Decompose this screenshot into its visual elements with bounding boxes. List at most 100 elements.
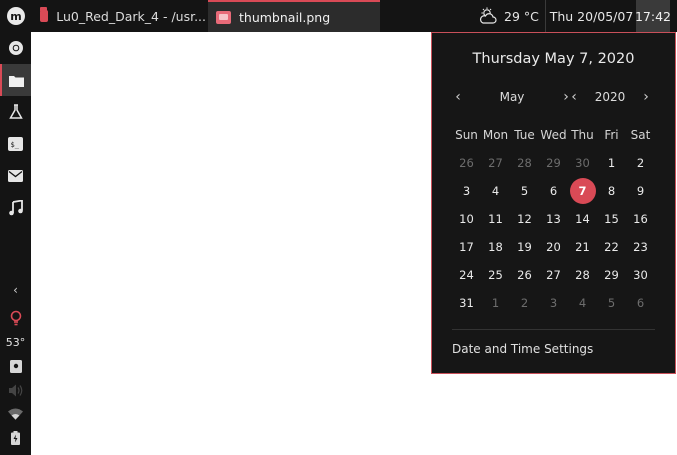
calendar-day[interactable]: 5 — [597, 289, 626, 317]
calendar-day-number: 31 — [459, 296, 474, 310]
cpu-temperature[interactable]: 53° — [0, 330, 31, 354]
task-image-viewer[interactable]: thumbnail.png — [208, 0, 380, 32]
weather-temperature: 29 °C — [504, 8, 539, 24]
calendar-day-number: 23 — [633, 240, 648, 254]
date-time-settings-link[interactable]: Date and Time Settings — [452, 342, 593, 356]
music-icon[interactable] — [0, 192, 31, 224]
calendar-day[interactable]: 26 — [452, 149, 481, 177]
calendar-day[interactable]: 27 — [539, 261, 568, 289]
calendar-day[interactable]: 19 — [510, 233, 539, 261]
terminal-icon[interactable]: $_ — [0, 128, 31, 160]
calendar-day[interactable]: 31 — [452, 289, 481, 317]
calendar-day-number: 5 — [607, 296, 616, 310]
calendar-day[interactable]: 2 — [510, 289, 539, 317]
battery-icon[interactable] — [0, 426, 31, 450]
month-navigator: ‹ May › — [450, 87, 574, 107]
drive-glyph — [9, 359, 22, 373]
calendar-day[interactable]: 21 — [568, 233, 597, 261]
calendar-day[interactable]: 27 — [481, 149, 510, 177]
time-display[interactable]: 17:42 — [635, 0, 671, 32]
calendar-grid: Sun Mon Tue Wed Thu Fri Sat 26 27 28 29 30 1 2 3 4 5 6 7 8… — [452, 121, 655, 317]
calendar-day-number: 20 — [546, 240, 561, 254]
bulb-icon[interactable] — [0, 306, 31, 330]
calendar-day[interactable]: 28 — [510, 149, 539, 177]
date-text: Thu 20/05/07 — [549, 8, 634, 24]
calendar-day[interactable]: 22 — [597, 233, 626, 261]
calendar-day-number: 2 — [636, 156, 645, 170]
calendar-day[interactable]: 13 — [539, 205, 568, 233]
mail-icon[interactable] — [0, 160, 31, 192]
calendar-divider — [452, 329, 655, 330]
calendar-day[interactable]: 12 — [510, 205, 539, 233]
calendar-week-row: 3 4 5 678 9 — [452, 177, 655, 205]
chrome-glyph — [8, 41, 23, 55]
calendar-day[interactable]: 29 — [597, 261, 626, 289]
files-icon[interactable] — [0, 64, 31, 96]
weekday-header: Sun — [455, 128, 478, 142]
task-file-manager[interactable]: Lu0_Red_Dark_4 - /usr... — [32, 0, 206, 32]
weekday-header: Fri — [604, 128, 619, 142]
calendar-day-number: 18 — [488, 240, 503, 254]
calendar-day-number: 29 — [546, 156, 561, 170]
calendar-day-number: 28 — [517, 156, 532, 170]
calendar-day[interactable]: 4 — [481, 177, 510, 205]
volume-icon[interactable] — [0, 378, 31, 402]
calendar-day[interactable]: 3 — [539, 289, 568, 317]
calendar-day-number: 10 — [459, 212, 474, 226]
calendar-week-row: 26 27 28 29 30 1 2 — [452, 149, 655, 177]
calendar-day[interactable]: 1 — [481, 289, 510, 317]
calendar-day[interactable]: 9 — [626, 177, 655, 205]
calendar-day[interactable]: 5 — [510, 177, 539, 205]
calendar-day[interactable]: 18 — [481, 233, 510, 261]
calendar-day[interactable]: 8 — [597, 177, 626, 205]
weather-applet[interactable]: 29 °C — [478, 0, 539, 32]
calendar-day[interactable]: 4 — [568, 289, 597, 317]
calendar-day-number: 9 — [636, 184, 645, 198]
weekday-header: Wed — [540, 128, 567, 142]
calendar-day[interactable]: 23 — [626, 233, 655, 261]
calendar-day[interactable]: 1 — [597, 149, 626, 177]
calendar-day[interactable]: 6 — [539, 177, 568, 205]
weekday-header-row: Sun Mon Tue Wed Thu Fri Sat — [452, 121, 655, 149]
calendar-day[interactable]: 26 — [510, 261, 539, 289]
calendar-day[interactable]: 16 — [626, 205, 655, 233]
calendar-day[interactable]: 20 — [539, 233, 568, 261]
calendar-day[interactable]: 24 — [452, 261, 481, 289]
menu-button[interactable]: m — [0, 0, 32, 32]
calendar-day[interactable]: 6 — [626, 289, 655, 317]
prev-month-chevron-icon[interactable]: ‹ — [450, 89, 466, 105]
calendar-day-number: 3 — [462, 184, 471, 198]
calendar-day[interactable]: 30 — [626, 261, 655, 289]
calendar-day[interactable]: 15 — [597, 205, 626, 233]
calendar-day[interactable]: 14 — [568, 205, 597, 233]
calendar-day[interactable]: 30 — [568, 149, 597, 177]
calendar-day-today[interactable]: 7 — [568, 177, 597, 205]
weekday-header: Mon — [482, 128, 509, 142]
calendar-day-number: 1 — [607, 156, 616, 170]
next-year-chevron-icon[interactable]: › — [638, 89, 654, 105]
drive-icon[interactable] — [0, 354, 31, 378]
calendar-day[interactable]: 25 — [481, 261, 510, 289]
flask-icon[interactable] — [0, 96, 31, 128]
collapse-chevron-icon[interactable]: ‹ — [0, 278, 31, 302]
chrome-icon[interactable] — [0, 32, 31, 64]
date-display[interactable]: Thu 20/05/07 — [545, 0, 637, 32]
calendar-week-row: 17 18 19 20 21 22 23 — [452, 233, 655, 261]
calendar-day[interactable]: 29 — [539, 149, 568, 177]
calendar-day[interactable]: 10 — [452, 205, 481, 233]
wifi-icon[interactable] — [0, 402, 31, 426]
calendar-day-number: 25 — [488, 268, 503, 282]
calendar-day[interactable]: 11 — [481, 205, 510, 233]
calendar-day[interactable]: 17 — [452, 233, 481, 261]
calendar-day[interactable]: 2 — [626, 149, 655, 177]
calendar-popup: Thursday May 7, 2020 ‹ May › ‹ 2020 › Su… — [431, 32, 676, 374]
weekday-header: Tue — [514, 128, 535, 142]
partly-cloudy-icon — [479, 7, 497, 24]
calendar-day[interactable]: 3 — [452, 177, 481, 205]
calendar-week-row: 10 11 12 13 14 15 16 — [452, 205, 655, 233]
calendar-date-heading: Thursday May 7, 2020 — [472, 51, 635, 67]
month-label: May — [499, 90, 525, 104]
calendar-day-number: 30 — [575, 156, 590, 170]
calendar-day[interactable]: 28 — [568, 261, 597, 289]
prev-year-chevron-icon[interactable]: ‹ — [566, 89, 582, 105]
